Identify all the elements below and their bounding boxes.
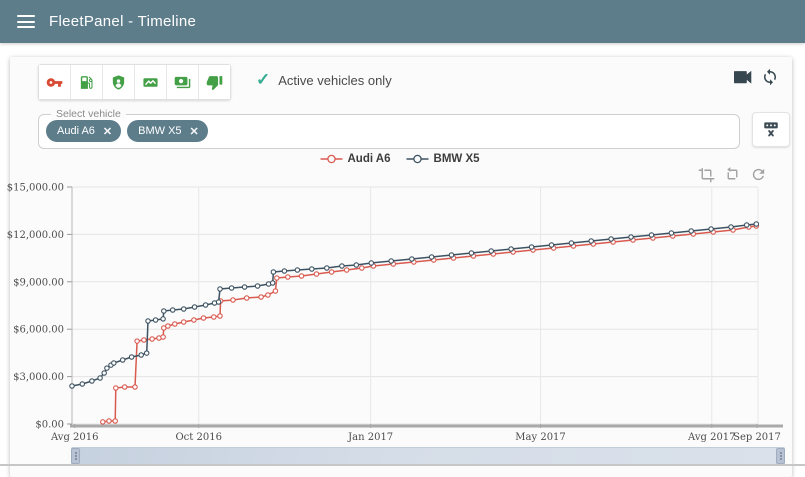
vehicle-select-field[interactable]: Select vehicle Audi A6✕BMW X5✕ (38, 114, 740, 149)
shield-driver-icon (110, 74, 127, 91)
clear-selection-button[interactable] (752, 112, 790, 147)
x-axis-label: Avg 2016 (50, 432, 99, 443)
sync-icon[interactable] (761, 68, 779, 86)
money-icon (174, 74, 191, 91)
series-line-bmw-x5 (72, 224, 756, 386)
timeline-chart[interactable]: $0.00 $3,000.00 $6,000.00 $9,000.00 $12,000.… (0, 150, 805, 450)
menu-icon[interactable] (17, 15, 35, 28)
filter-button-cash[interactable] (167, 65, 199, 99)
key-icon (46, 74, 63, 91)
series-markers-bmw-x5 (70, 222, 759, 388)
timeline-range-slider[interactable] (71, 447, 785, 465)
vehicle-select-label: Select vehicle (51, 108, 126, 120)
vehicle-chip-label: BMW X5 (138, 125, 181, 137)
y-axis-label: $9,000.00 (13, 277, 64, 288)
x-axis-label: Sep 2017 (733, 432, 781, 443)
range-handle-right[interactable] (776, 448, 785, 464)
filter-button-route[interactable] (135, 65, 167, 99)
page-title: FleetPanel - Timeline (49, 13, 196, 30)
app-header: FleetPanel - Timeline (0, 0, 805, 43)
route-icon (142, 74, 159, 91)
thumbs-down-icon (206, 74, 223, 91)
x-axis-label: Oct 2016 (175, 432, 221, 443)
videocam-icon[interactable] (734, 71, 753, 84)
x-axis-label: Jan 2017 (347, 432, 393, 443)
y-axis-label: $12,000.00 (7, 230, 64, 241)
y-axis-label: $0.00 (35, 420, 64, 431)
fuel-icon (78, 74, 95, 91)
filter-button-fuel[interactable] (71, 65, 103, 99)
y-axis-label: $3,000.00 (13, 372, 64, 383)
filter-button-dislike[interactable] (199, 65, 230, 99)
vehicle-chip[interactable]: Audi A6 ✕ (46, 120, 121, 142)
window-bottom-edge (0, 464, 805, 466)
chip-remove-icon[interactable]: ✕ (103, 125, 112, 138)
toolbar-remove-icon (762, 120, 780, 139)
active-vehicles-checkbox[interactable]: ✓ Active vehicles only (256, 70, 392, 90)
filter-toolbar (38, 64, 231, 100)
x-axis-label: Avg 2017 (687, 432, 736, 443)
range-handle-left[interactable] (71, 448, 80, 464)
check-icon: ✓ (256, 70, 270, 90)
x-axis-label: May 2017 (515, 432, 565, 443)
series-markers-audi-a6 (101, 224, 759, 424)
vehicle-chip[interactable]: BMW X5 ✕ (127, 120, 208, 142)
chip-remove-icon[interactable]: ✕ (190, 125, 199, 138)
y-axis-label: $15,000.00 (7, 183, 64, 194)
vehicle-chip-label: Audi A6 (57, 125, 95, 137)
vehicle-chips: Audi A6 ✕ BMW X5 ✕ (46, 120, 208, 142)
active-vehicles-label: Active vehicles only (278, 73, 391, 88)
filter-button-driver-shield[interactable] (103, 65, 135, 99)
filter-button-ignition-key[interactable] (39, 65, 71, 99)
y-axis-label: $6,000.00 (13, 325, 64, 336)
